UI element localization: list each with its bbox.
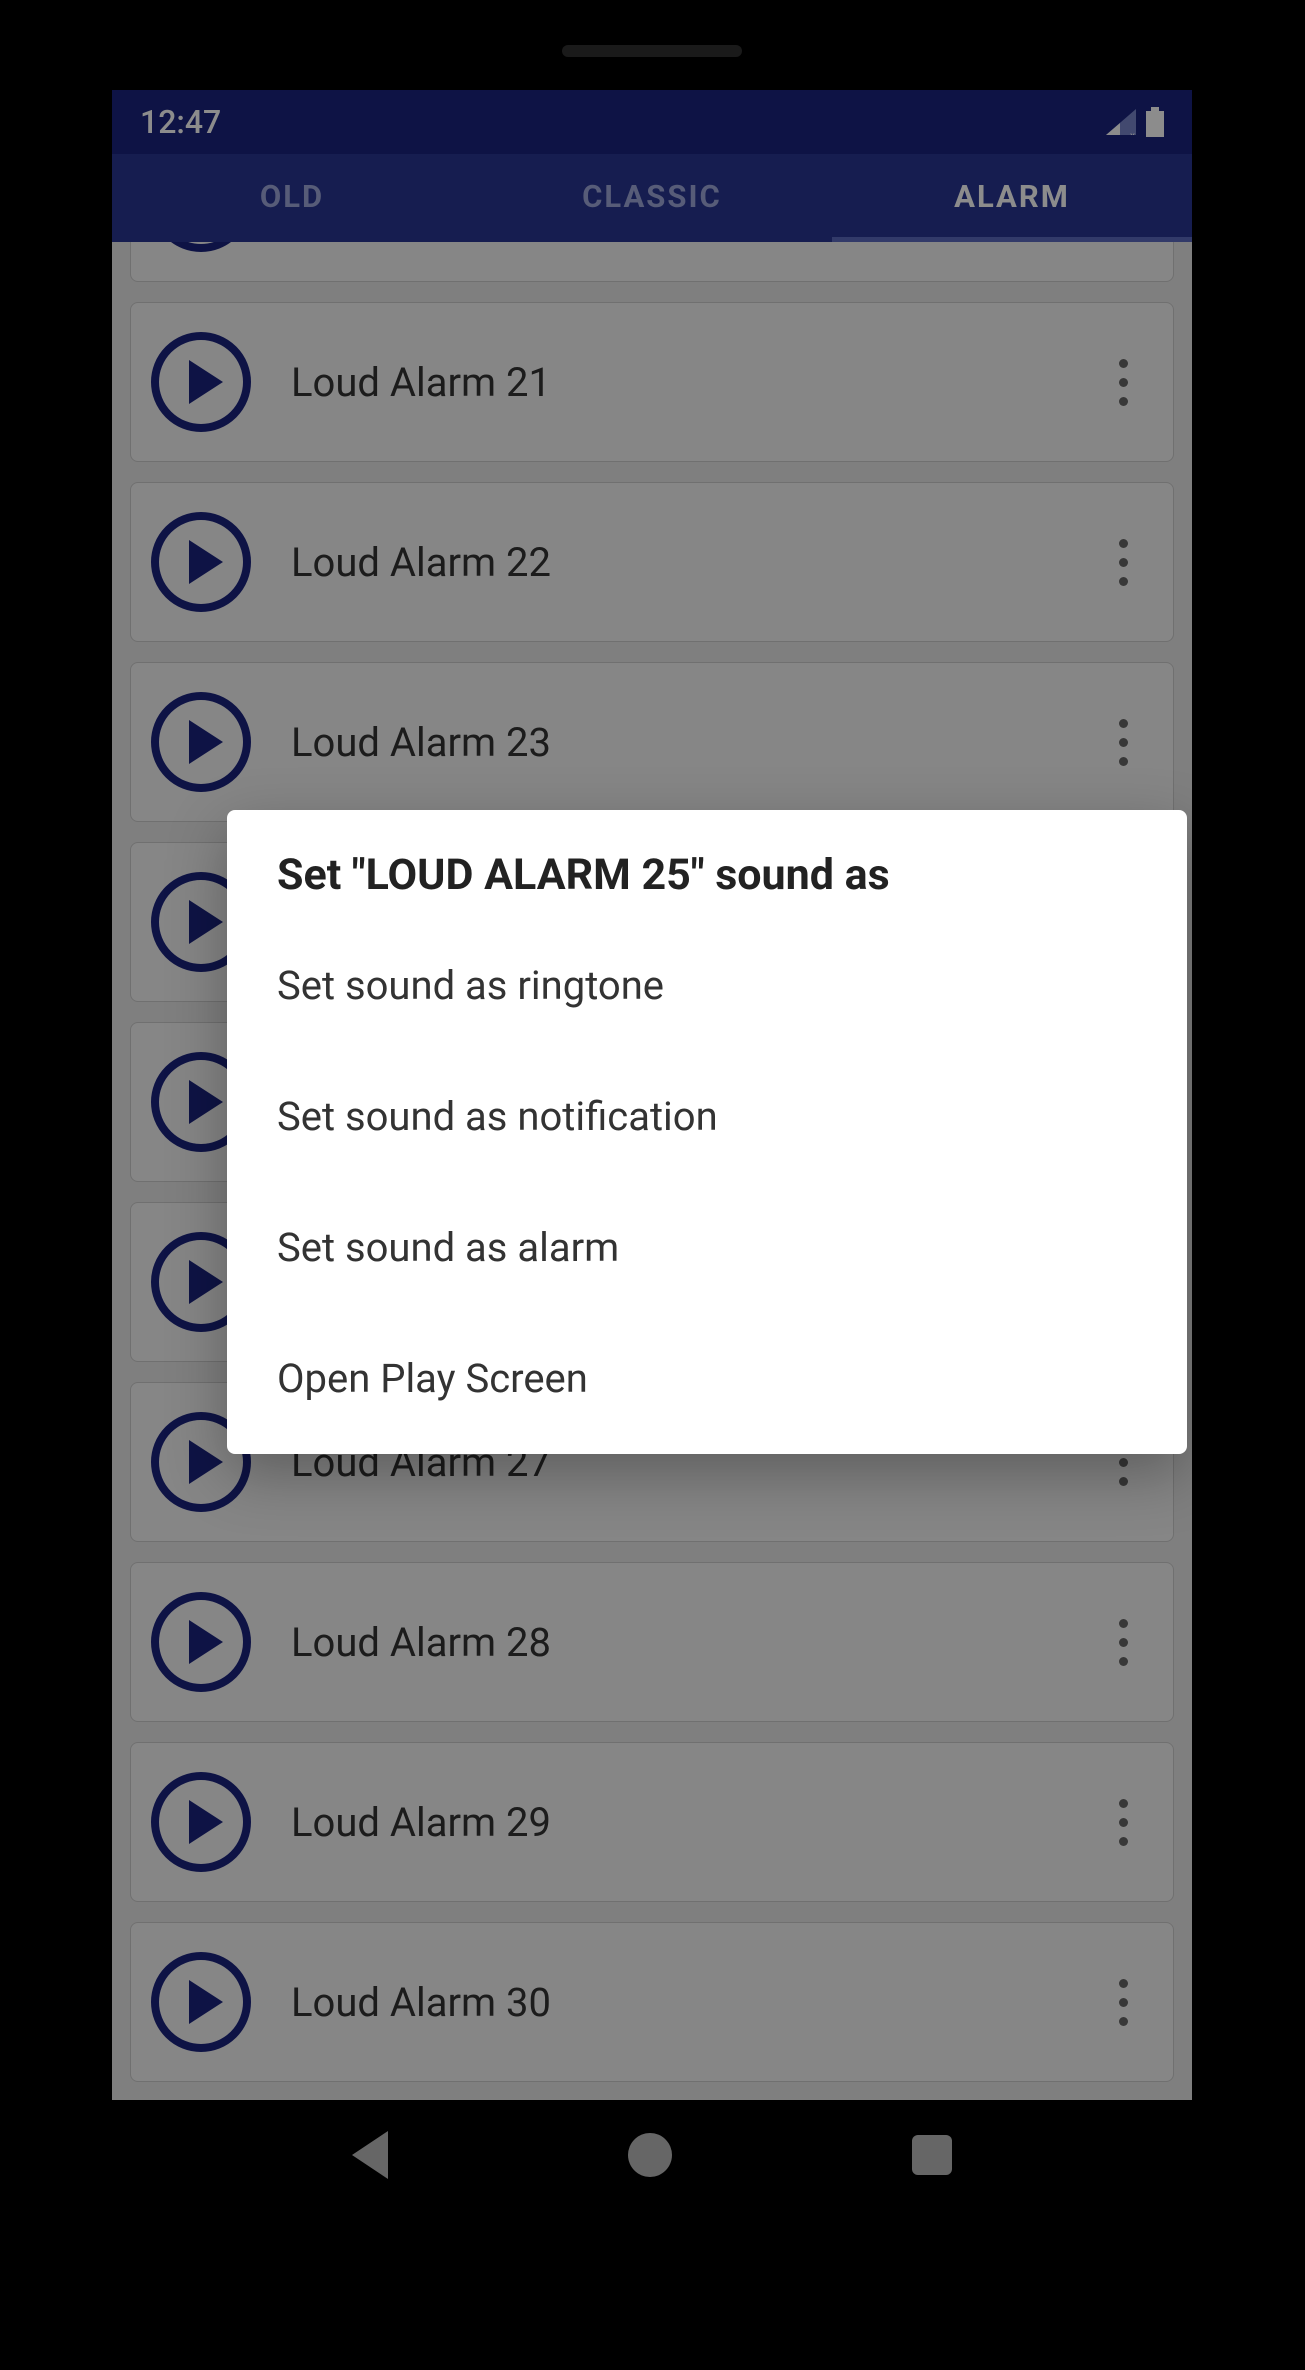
- set-sound-dialog: Set "LOUD ALARM 25" sound as Set sound a…: [227, 810, 1187, 1454]
- device-frame: 12:47 x OLD CLASSIC ALARM: [72, 30, 1232, 2350]
- option-set-alarm[interactable]: Set sound as alarm: [227, 1182, 1187, 1313]
- option-open-play-screen[interactable]: Open Play Screen: [227, 1313, 1187, 1444]
- device-speaker: [562, 45, 742, 57]
- option-set-ringtone[interactable]: Set sound as ringtone: [227, 920, 1187, 1051]
- dialog-title: Set "LOUD ALARM 25" sound as: [227, 850, 1187, 920]
- option-set-notification[interactable]: Set sound as notification: [227, 1051, 1187, 1182]
- screen: 12:47 x OLD CLASSIC ALARM: [112, 90, 1192, 2210]
